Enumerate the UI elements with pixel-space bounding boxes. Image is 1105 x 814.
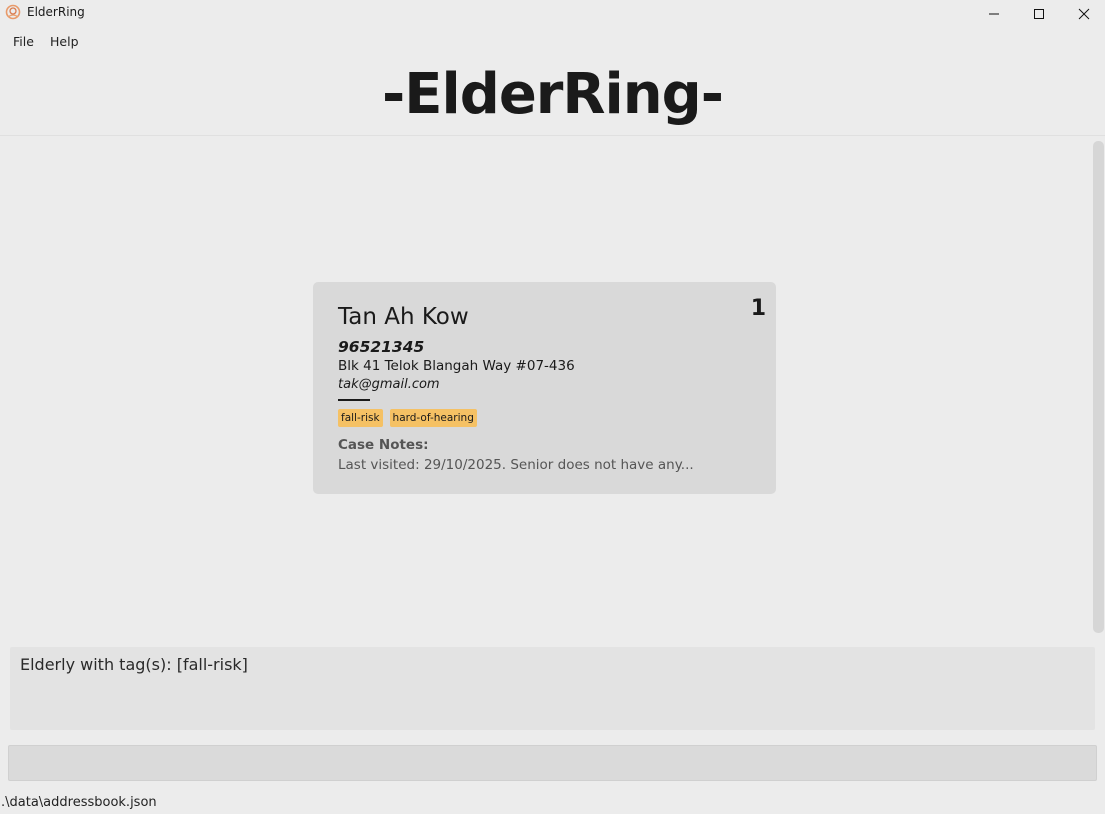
person-phone: 96521345 (338, 338, 425, 356)
data-file-path: .\data\addressbook.json (1, 795, 157, 810)
minimize-icon (989, 13, 999, 14)
card-divider (338, 399, 370, 401)
app-header: -ElderRing- (0, 56, 1105, 136)
status-bar: .\data\addressbook.json (0, 790, 1105, 814)
list-scrollbar[interactable] (1093, 141, 1104, 633)
menu-bar: File Help (0, 29, 1105, 55)
command-input[interactable] (8, 745, 1097, 781)
window-title: ElderRing (27, 5, 85, 19)
tag-list: fall-risk hard-of-hearing (338, 409, 477, 427)
result-display: Elderly with tag(s): [fall-risk] (10, 647, 1095, 730)
menu-file[interactable]: File (13, 34, 34, 49)
result-text: Elderly with tag(s): [fall-risk] (20, 655, 248, 674)
maximize-button[interactable] (1016, 0, 1062, 27)
title-bar: ElderRing (0, 0, 1105, 27)
case-notes-label: Case Notes: (338, 437, 429, 453)
tag-hard-of-hearing: hard-of-hearing (389, 409, 477, 427)
person-name: Tan Ah Kow (338, 304, 469, 330)
tag-fall-risk: fall-risk (338, 409, 383, 427)
menu-help[interactable]: Help (50, 34, 79, 49)
person-address: Blk 41 Telok Blangah Way #07-436 (338, 358, 575, 374)
minimize-button[interactable] (971, 0, 1017, 27)
maximize-icon (1034, 8, 1044, 19)
case-notes-text: Last visited: 29/10/2025. Senior does no… (338, 457, 694, 473)
close-icon (1078, 8, 1090, 19)
person-email: tak@gmail.com (338, 377, 440, 392)
person-card[interactable]: 1 Tan Ah Kow 96521345 Blk 41 Telok Blang… (313, 282, 776, 494)
app-logo-icon (5, 4, 21, 20)
app-title: -ElderRing- (382, 62, 724, 127)
card-index: 1 (750, 296, 766, 321)
person-list-panel[interactable]: 1 Tan Ah Kow 96521345 Blk 41 Telok Blang… (0, 138, 1105, 638)
close-button[interactable] (1061, 0, 1105, 27)
